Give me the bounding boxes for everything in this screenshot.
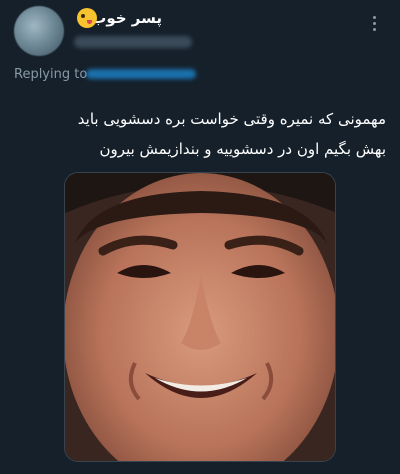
tweet-text: مهمونی که نمیره وقتی خواست بره دسشویی با… <box>14 104 386 164</box>
replying-to-label: Replying to <box>14 67 88 82</box>
smiling-man-face-photo-icon <box>65 173 335 461</box>
avatar[interactable] <box>14 6 64 56</box>
more-options-icon[interactable] <box>364 8 384 38</box>
tweet-text-line: مهمونی که نمیره وقتی خواست بره دسشویی با… <box>77 110 386 128</box>
tweet-header: پسر خوب <box>0 0 400 62</box>
user-handle[interactable] <box>74 36 192 48</box>
grinning-tongue-emoji-icon <box>77 8 97 28</box>
reply-to-handle-link[interactable] <box>86 69 196 79</box>
tweet-media-image[interactable] <box>64 172 336 462</box>
tweet-text-line: بهش بگیم اون در دسشوییه و بندازیمش بیرون <box>99 140 386 158</box>
